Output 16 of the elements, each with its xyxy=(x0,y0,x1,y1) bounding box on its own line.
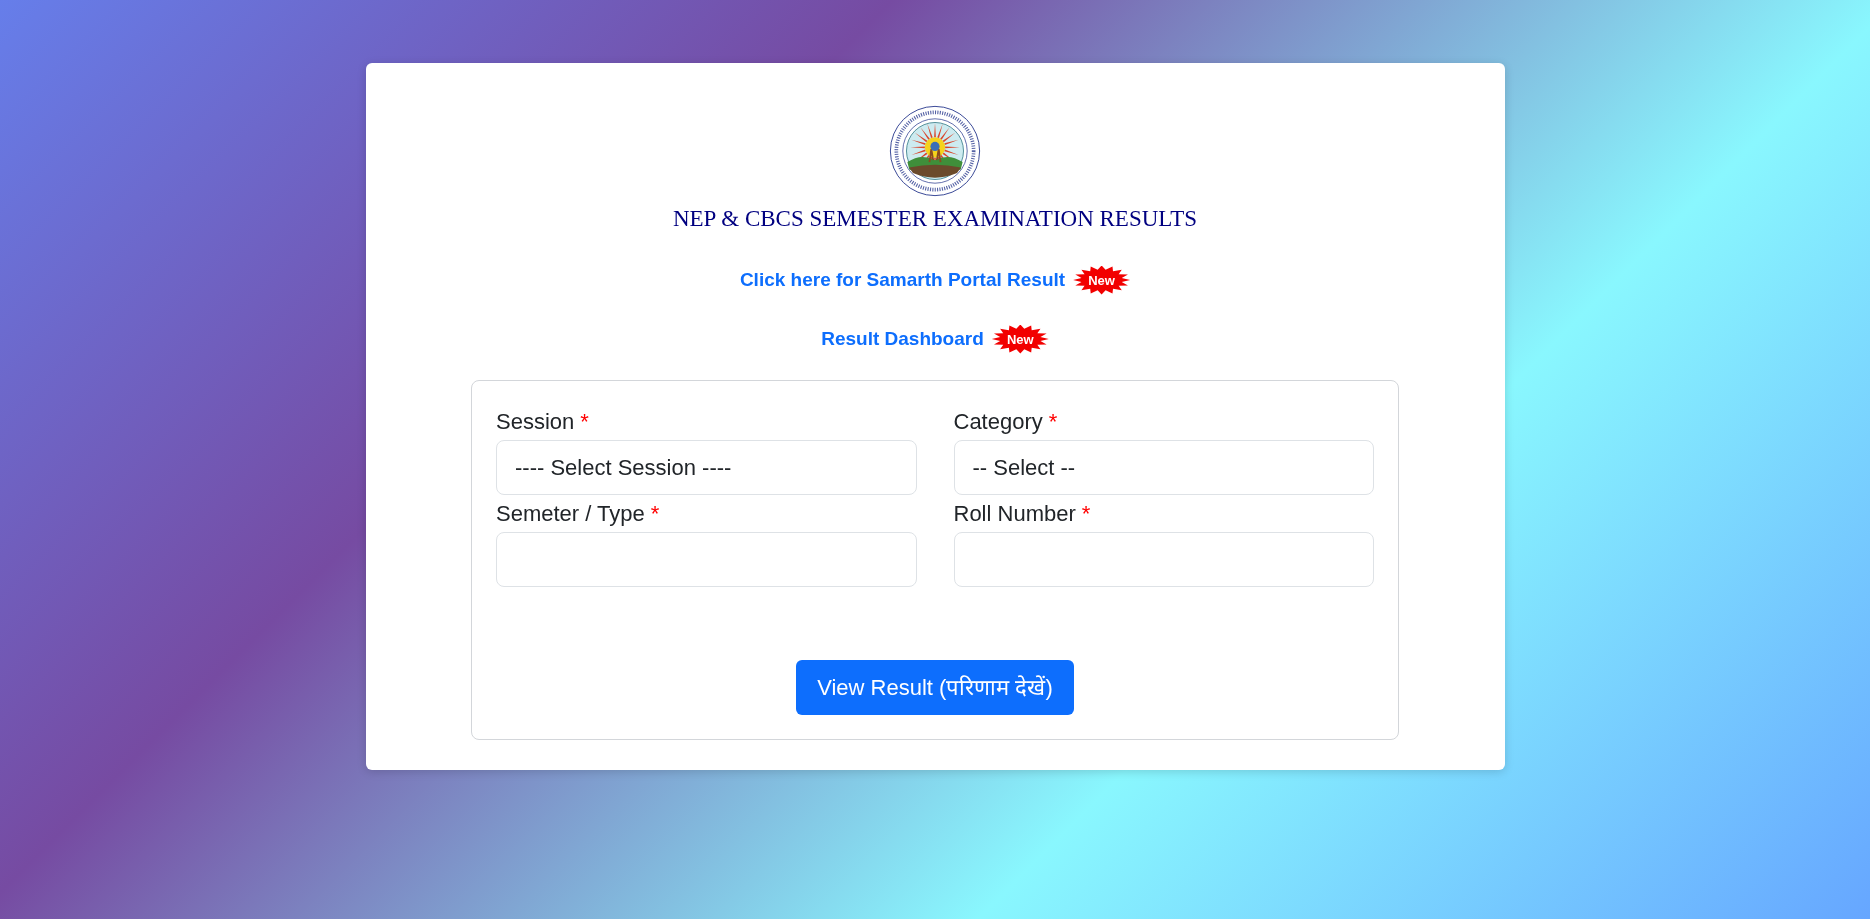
input-field[interactable] xyxy=(953,532,1374,587)
required-mark: * xyxy=(1081,500,1091,528)
page-title: NEP & CBCS SEMESTER EXAMINATION RESULTS xyxy=(672,205,1198,233)
result-link[interactable]: Click here for Samarth Portal Result xyxy=(739,265,1066,295)
input-field[interactable]: ---- Select Session ---- xyxy=(496,440,917,495)
input-field[interactable]: -- Select -- xyxy=(953,440,1374,495)
field-label: Semeter / Type xyxy=(496,500,645,528)
input-field[interactable] xyxy=(496,532,917,587)
field-label: Category xyxy=(953,408,1043,436)
result-link[interactable]: Result Dashboard xyxy=(821,324,984,354)
required-mark: * xyxy=(580,408,589,436)
required-mark: * xyxy=(1048,408,1058,436)
field-label: Roll Number xyxy=(953,500,1076,528)
required-mark: * xyxy=(650,500,660,528)
view-result-button[interactable]: View Result (परिणाम देखें) xyxy=(796,660,1074,715)
field-label: Session xyxy=(496,408,575,436)
